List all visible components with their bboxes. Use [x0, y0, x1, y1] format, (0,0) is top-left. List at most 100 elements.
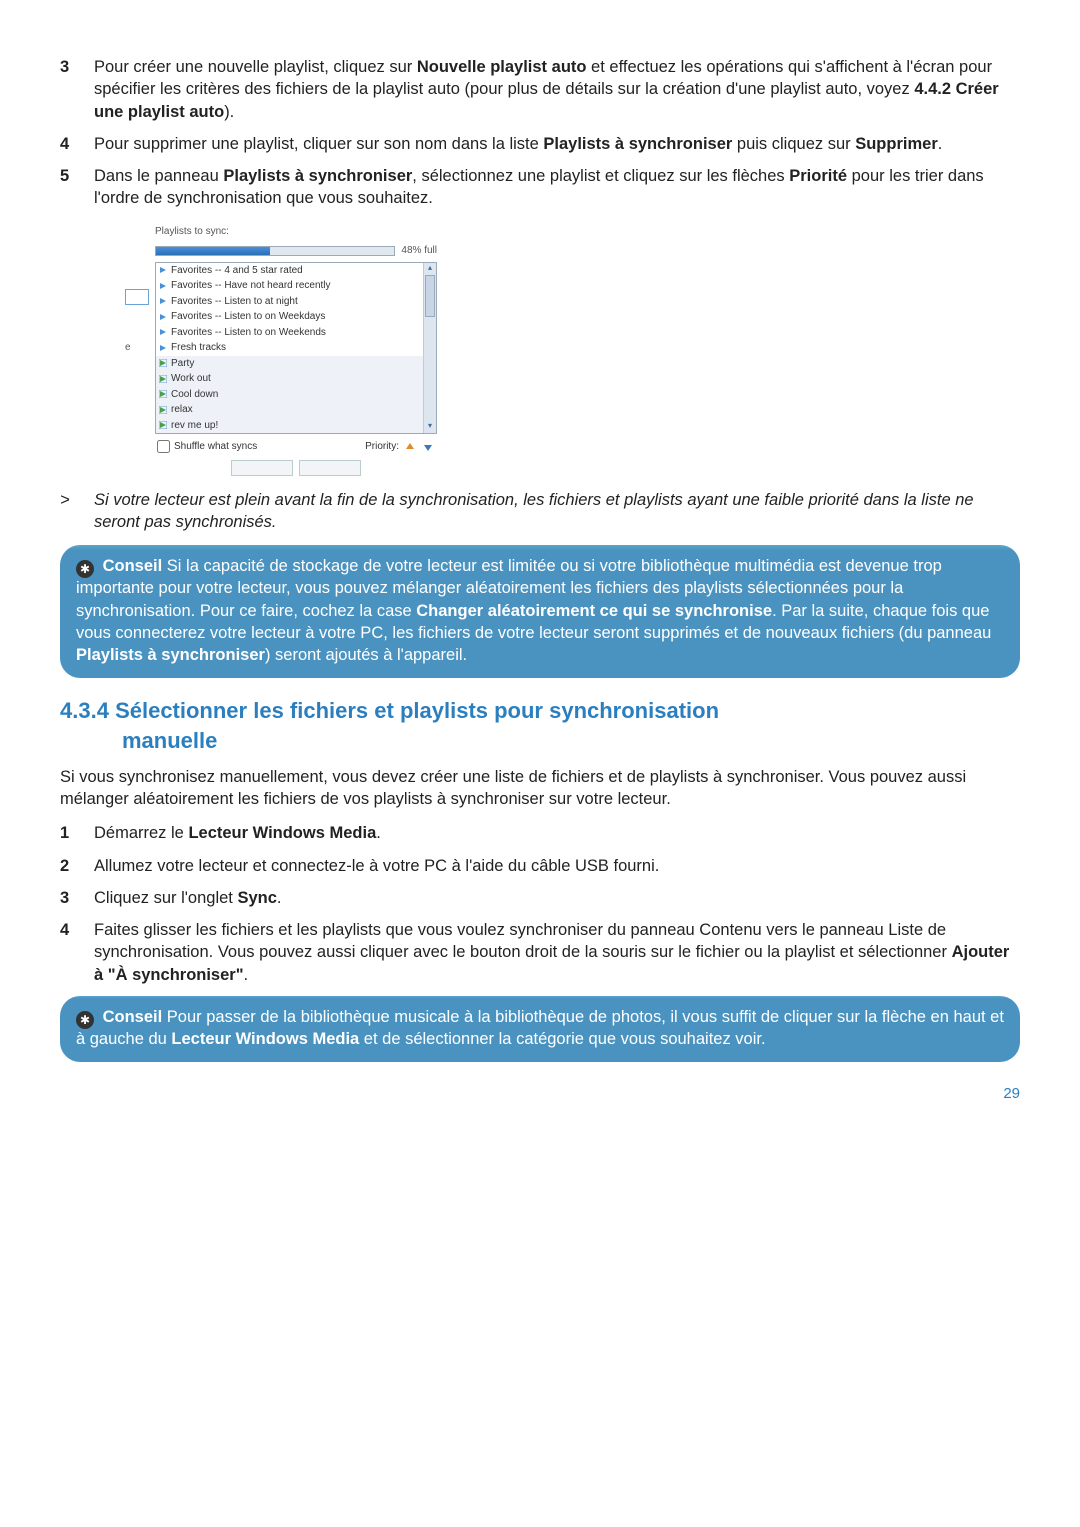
step-body: Pour créer une nouvelle playlist, clique… [94, 56, 1020, 123]
playlist-item-label: relax [171, 403, 193, 417]
storage-bar [155, 246, 395, 256]
step-b-1: 1Démarrez le Lecteur Windows Media. [60, 822, 1020, 844]
tip1-c: ) seront ajoutés à l'appareil. [265, 646, 467, 664]
intro-paragraph: Si vous synchronisez manuellement, vous … [60, 766, 1020, 811]
tip2-b: et de sélectionner la catégorie que vous… [359, 1030, 765, 1048]
step-pre: Allumez votre lecteur et connectez-le à … [94, 857, 659, 875]
step-mid: , sélectionnez une playlist et cliquez s… [412, 167, 789, 185]
step-pre: Cliquez sur l'onglet [94, 889, 237, 907]
step-post: . [244, 966, 249, 984]
playlist-list[interactable]: Favorites -- 4 and 5 star ratedFavorites… [155, 262, 437, 434]
step-number: 2 [60, 855, 94, 877]
play-icon [159, 282, 167, 290]
play-icon [159, 313, 167, 321]
playlist-item-label: Fresh tracks [171, 341, 226, 355]
playlist-item[interactable]: rev me up! [156, 418, 436, 434]
stub-button-2[interactable] [299, 460, 361, 476]
step-b-4: 4Faites glisser les fichiers et les play… [60, 919, 1020, 986]
step-body: Faites glisser les fichiers et les playl… [94, 919, 1020, 986]
step-b1: Sync [237, 889, 276, 907]
playlist-item[interactable]: Favorites -- 4 and 5 star rated [156, 263, 436, 279]
step-number: 5 [60, 165, 94, 210]
side-tab-blank [125, 289, 149, 305]
tip-lead: Conseil [103, 557, 163, 575]
play-icon [159, 390, 167, 398]
playlist-item-label: Cool down [171, 388, 218, 402]
step-body: Dans le panneau Playlists à synchroniser… [94, 165, 1020, 210]
playlist-item-label: Favorites -- Listen to at night [171, 295, 298, 309]
step-number: 1 [60, 822, 94, 844]
section-heading: 4.3.4 Sélectionner les fichiers et playl… [60, 696, 1020, 755]
step-a-5: 5Dans le panneau Playlists à synchronise… [60, 165, 1020, 210]
step-b2: Priorité [789, 167, 847, 185]
play-icon [159, 359, 167, 367]
scrollbar[interactable]: ▴ ▾ [423, 263, 436, 433]
stub-button-1[interactable] [231, 460, 293, 476]
storage-bar-row: 48% full [151, 242, 441, 262]
playlist-item[interactable]: Favorites -- Listen to at night [156, 294, 436, 310]
play-icon [159, 406, 167, 414]
tip-box-2: ✱ Conseil Pour passer de la bibliothèque… [60, 996, 1020, 1063]
step-body: Pour supprimer une playlist, cliquer sur… [94, 133, 1020, 155]
step-post: ). [224, 103, 234, 121]
playlist-item-label: rev me up! [171, 419, 218, 433]
shuffle-row: Shuffle what syncs Priority: [151, 434, 441, 458]
play-icon [159, 375, 167, 383]
playlist-item[interactable]: Work out [156, 371, 436, 387]
playlist-item[interactable]: Blues [156, 433, 436, 434]
step-body: Allumez votre lecteur et connectez-le à … [94, 855, 1020, 877]
section-num: 4.3.4 [60, 698, 109, 723]
step-number: 4 [60, 133, 94, 155]
storage-full-label: 48% full [401, 244, 437, 258]
note-text: Si votre lecteur est plein avant la fin … [94, 489, 1020, 534]
step-pre: Faites glisser les fichiers et les playl… [94, 921, 952, 961]
step-b1: Playlists à synchroniser [223, 167, 412, 185]
step-pre: Pour créer une nouvelle playlist, clique… [94, 58, 417, 76]
playlist-item[interactable]: Party [156, 356, 436, 372]
play-icon [159, 344, 167, 352]
step-pre: Démarrez le [94, 824, 188, 842]
play-icon [159, 297, 167, 305]
step-body: Cliquez sur l'onglet Sync. [94, 887, 1020, 909]
step-number: 4 [60, 919, 94, 986]
playlist-item[interactable]: Favorites -- Listen to on Weekends [156, 325, 436, 341]
side-tabs [125, 289, 151, 349]
step-a-3: 3Pour créer une nouvelle playlist, cliqu… [60, 56, 1020, 123]
scroll-down-icon[interactable]: ▾ [424, 421, 436, 433]
tip-star-icon: ✱ [76, 560, 94, 578]
step-pre: Dans le panneau [94, 167, 223, 185]
scroll-up-icon[interactable]: ▴ [424, 263, 436, 275]
step-b-2: 2Allumez votre lecteur et connectez-le à… [60, 855, 1020, 877]
playlist-item-label: Favorites -- 4 and 5 star rated [171, 264, 303, 278]
step-number: 3 [60, 56, 94, 123]
step-pre: Pour supprimer une playlist, cliquer sur… [94, 135, 543, 153]
play-icon [159, 328, 167, 336]
play-icon [159, 421, 167, 429]
scroll-thumb[interactable] [425, 275, 435, 317]
tip-star-icon: ✱ [76, 1011, 94, 1029]
section-line1: Sélectionner les fichiers et playlists p… [115, 698, 719, 723]
step-post: . [277, 889, 282, 907]
step-b2: Supprimer [855, 135, 938, 153]
tip2-lead: Conseil [103, 1008, 163, 1026]
step-post: . [376, 824, 381, 842]
note-line: > Si votre lecteur est plein avant la fi… [60, 489, 1020, 534]
priority-label: Priority: [365, 440, 399, 454]
step-a-4: 4Pour supprimer une playlist, cliquer su… [60, 133, 1020, 155]
playlist-item[interactable]: Cool down [156, 387, 436, 403]
priority-up-icon[interactable] [403, 440, 417, 454]
playlist-item[interactable]: relax [156, 402, 436, 418]
playlist-item[interactable]: Fresh tracks [156, 340, 436, 356]
tip-box-1: ✱ Conseil Si la capacité de stockage de … [60, 545, 1020, 678]
playlist-item[interactable]: Favorites -- Listen to on Weekdays [156, 309, 436, 325]
playlist-item-label: Party [171, 357, 194, 371]
shuffle-checkbox[interactable] [157, 440, 170, 453]
step-body: Démarrez le Lecteur Windows Media. [94, 822, 1020, 844]
playlist-item[interactable]: Favorites -- Have not heard recently [156, 278, 436, 294]
playlists-to-sync-panel: e Playlists to sync: 48% full Favorites … [150, 222, 442, 477]
side-tab-e: e [125, 341, 131, 355]
page-number: 29 [60, 1084, 1020, 1104]
priority-down-icon[interactable] [421, 440, 435, 454]
step-b-3: 3Cliquez sur l'onglet Sync. [60, 887, 1020, 909]
panel-title: Playlists to sync: [151, 223, 441, 243]
